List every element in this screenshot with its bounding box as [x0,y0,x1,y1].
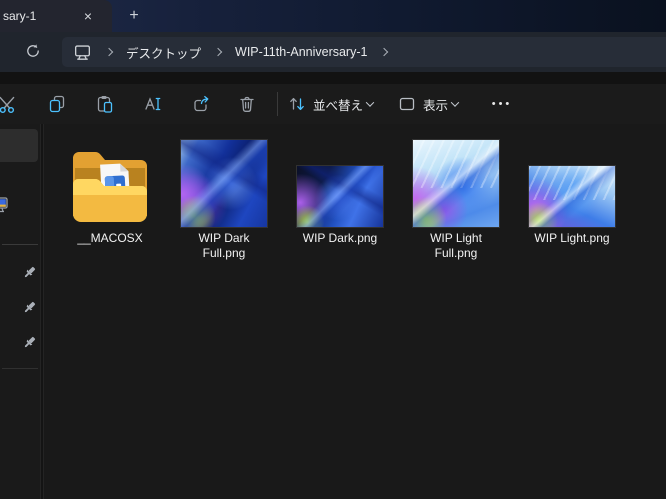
chevron-right-icon [214,48,222,56]
file-item-macosx-folder[interactable]: __MACOSX [62,136,158,246]
image-thumbnail-light-full [412,139,500,228]
active-tab[interactable]: sary-1 × [0,0,112,32]
toolbar-separator [277,92,278,116]
image-thumbnail-dark-full [180,139,268,228]
monitor-icon [73,43,92,62]
copy-button[interactable] [43,90,71,118]
file-label[interactable]: WIP Light.png [534,231,609,246]
view-icon [398,95,416,113]
chevron-down-icon [366,98,374,106]
tab-bar: sary-1 × + [0,0,666,32]
new-tab-button[interactable]: + [121,5,147,27]
file-label[interactable]: __MACOSX [77,231,142,246]
share-icon [191,94,211,114]
file-item-wip-dark[interactable]: WIP Dark.png [292,136,388,246]
clipped-sidebar-item-icon[interactable] [0,195,9,214]
share-button[interactable] [187,90,215,118]
folder-icon [65,136,155,228]
pin-icon [22,300,37,315]
trash-icon [237,94,257,114]
file-item-wip-dark-full[interactable]: WIP DarkFull.png [176,136,272,261]
chevron-right-icon [380,48,388,56]
tab-title: sary-1 [3,9,36,23]
rename-icon [143,94,163,114]
view-button[interactable]: 表示 [394,90,462,118]
header-seam [0,72,666,84]
image-thumbnail-dark [296,165,384,228]
file-explorer-window: sary-1 × + デスクトップ WIP-11th-Anniversary-1 [0,0,666,499]
rename-button[interactable] [139,90,167,118]
refresh-button[interactable] [20,38,46,64]
more-options-button[interactable]: ••• [484,90,520,118]
file-item-wip-light-full[interactable]: WIP LightFull.png [408,136,504,261]
chevron-down-icon [451,98,459,106]
command-bar: 並べ替え 表示 ••• [0,84,666,124]
chevron-right-icon [105,48,113,56]
pin-icon [22,335,37,350]
image-thumbnail-light [528,165,616,228]
view-label: 表示 [423,95,448,114]
paste-icon [95,94,115,114]
file-item-wip-light[interactable]: WIP Light.png [524,136,620,246]
ellipsis-icon: ••• [492,98,513,110]
file-label[interactable]: WIP DarkFull.png [198,231,249,261]
file-label[interactable]: WIP LightFull.png [430,231,482,261]
delete-button[interactable] [233,90,261,118]
address-bar: デスクトップ WIP-11th-Anniversary-1 [0,32,666,72]
scissors-icon [0,94,18,114]
sidebar-selected-item[interactable] [0,129,38,162]
pane-splitter[interactable] [40,124,44,499]
breadcrumb-segment-folder[interactable]: WIP-11th-Anniversary-1 [235,45,367,59]
copy-icon [47,94,67,114]
sidebar-divider [2,244,38,245]
sidebar-divider [2,368,38,369]
sort-button[interactable]: 並べ替え [284,90,377,118]
navigation-pane [0,124,40,499]
breadcrumb[interactable]: デスクトップ WIP-11th-Anniversary-1 [62,37,666,67]
refresh-icon [25,43,41,59]
breadcrumb-segment-desktop[interactable]: デスクトップ [126,43,201,62]
cut-button[interactable] [0,90,22,118]
sort-label: 並べ替え [313,95,363,114]
tab-close-icon[interactable]: × [76,6,100,26]
pin-icon [22,265,37,280]
file-label[interactable]: WIP Dark.png [303,231,377,246]
sort-icon [288,95,306,113]
paste-button[interactable] [91,90,119,118]
